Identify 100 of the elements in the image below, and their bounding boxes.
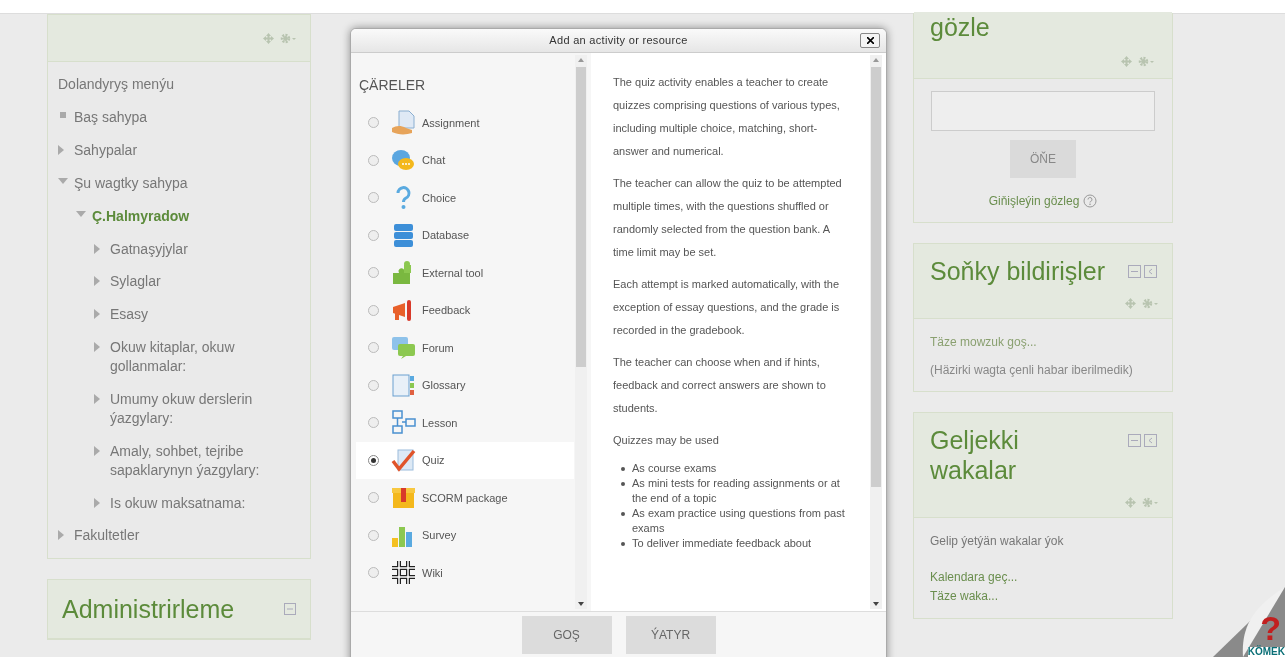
box-icon — [391, 485, 416, 511]
scrollbar[interactable] — [575, 55, 587, 609]
document-icon — [391, 110, 416, 136]
bullet-icon — [621, 482, 625, 486]
collapsed-arrow-icon[interactable] — [58, 144, 64, 155]
speech-bubbles-icon — [391, 335, 416, 361]
activity-option[interactable]: SCORM package — [356, 479, 574, 517]
move-icon[interactable] — [263, 32, 274, 44]
block-title: gözle — [930, 12, 991, 42]
block-title: Soňky bildirişler — [930, 256, 1106, 286]
navigation-link[interactable]: Ç.Halmyradow — [92, 206, 190, 226]
block-controls-icon[interactable] — [1128, 265, 1158, 278]
activity-option[interactable]: Assignment — [356, 104, 574, 142]
activity-option[interactable]: Chat — [356, 141, 574, 179]
search-button[interactable]: ÖŇE — [1010, 140, 1076, 178]
description-bullet: As mini tests for reading assignments or at the end of a topic — [632, 476, 841, 506]
description-bullet: To deliver immediate feedback about — [632, 536, 812, 551]
gear-icon[interactable] — [1138, 55, 1154, 67]
description-text: The teacher can choose when and if hints, feedback and correct answers are shown to students. — [613, 355, 827, 416]
collapsed-arrow-icon[interactable] — [94, 243, 100, 254]
close-button[interactable] — [860, 33, 880, 48]
navigation-link[interactable]: Sahypalar — [74, 140, 138, 160]
navigation-title: Dolandyryş menýu — [58, 75, 175, 94]
collapsed-arrow-icon[interactable] — [94, 309, 100, 320]
radio-button[interactable] — [368, 154, 379, 166]
gear-icon[interactable] — [280, 32, 296, 44]
radio-button[interactable] — [368, 117, 379, 129]
description-bullet: As course exams — [632, 461, 717, 476]
scroll-up-icon — [873, 58, 879, 62]
database-icon — [391, 222, 416, 248]
collapsed-arrow-icon[interactable] — [58, 530, 64, 541]
dialog-button[interactable]: ÝATYR — [625, 616, 716, 654]
scroll-down-icon — [873, 602, 879, 606]
expanded-arrow-icon[interactable] — [58, 177, 68, 184]
collapsed-arrow-icon[interactable] — [94, 445, 100, 456]
activity-option[interactable]: External tool — [356, 254, 574, 292]
navigation-link[interactable]: Şu wagtky sahypa — [74, 173, 188, 193]
radio-button[interactable] — [368, 567, 379, 579]
move-icon[interactable] — [1121, 55, 1132, 67]
flowchart-icon — [391, 410, 416, 436]
close-icon — [866, 37, 874, 44]
navigation-link[interactable]: Gatnaşyjylar — [110, 239, 188, 259]
activity-option[interactable]: Feedback — [356, 291, 574, 329]
activity-option[interactable]: Glossary — [356, 366, 574, 404]
collapse-icon[interactable] — [284, 603, 296, 616]
help-corner[interactable]: ? KÖMEK — [1213, 587, 1285, 657]
activity-option[interactable]: Lesson — [356, 404, 574, 442]
activity-option[interactable]: Quiz — [356, 441, 574, 479]
radio-button[interactable] — [368, 454, 379, 466]
description-bullet: As exam practice using questions from past exams — [632, 506, 846, 536]
radio-button[interactable] — [368, 304, 379, 316]
bullet-icon — [621, 542, 625, 546]
navigation-link[interactable]: Esasy — [110, 305, 149, 325]
navigation-link[interactable]: Umumy okuw derslerin ýazgylary: — [110, 390, 300, 428]
scrollbar[interactable] — [870, 55, 882, 609]
advanced-search-link[interactable]: Giňişleýin gözleg — [988, 192, 1080, 210]
radio-button[interactable] — [368, 342, 379, 354]
help-icon[interactable] — [1083, 194, 1098, 208]
navigation-link[interactable]: Sylaglar — [110, 272, 161, 292]
activity-option[interactable]: Forum — [356, 329, 574, 367]
activity-option[interactable]: Wiki — [356, 554, 574, 592]
scroll-up-icon — [578, 58, 584, 62]
description-text: Quizzes may be used — [613, 433, 720, 448]
new-topic-link[interactable]: Täze mowzuk goş... — [930, 333, 1156, 351]
activity-option[interactable]: Survey — [356, 516, 574, 554]
search-field[interactable] — [931, 91, 1155, 131]
navigation-link[interactable]: Fakultetler — [74, 526, 140, 546]
page-curl-icon — [1213, 587, 1285, 657]
speech-bubble-icon — [391, 147, 416, 173]
radio-button[interactable] — [368, 267, 379, 279]
radio-button[interactable] — [368, 192, 379, 204]
move-icon[interactable] — [1125, 496, 1136, 508]
collapsed-arrow-icon[interactable] — [94, 394, 100, 404]
calendar-link[interactable]: Kalendara geç... — [930, 568, 1156, 587]
navigation-link[interactable]: Is okuw maksatnama: — [110, 493, 246, 513]
radio-button[interactable] — [368, 417, 379, 429]
events-message: Gelip ýetýän wakalar ýok — [930, 533, 1065, 550]
calendar-link[interactable]: Täze waka... — [930, 587, 1156, 606]
gear-icon[interactable] — [1142, 297, 1158, 309]
collapsed-arrow-icon[interactable] — [94, 342, 100, 353]
gear-icon[interactable] — [1142, 496, 1158, 508]
radio-button[interactable] — [368, 492, 379, 504]
move-icon[interactable] — [1125, 297, 1136, 309]
radio-button[interactable] — [368, 529, 379, 541]
activity-option[interactable]: Choice — [356, 179, 574, 217]
radio-button[interactable] — [368, 229, 379, 241]
block-title: Administrirleme — [62, 594, 235, 625]
expanded-arrow-icon[interactable] — [76, 210, 86, 217]
radio-button[interactable] — [368, 379, 379, 391]
navigation-link[interactable]: Okuw kitaplar, okuw gollanmalar: — [110, 338, 300, 376]
list-heading: ÇÄRELER — [358, 76, 427, 95]
block-controls-icon[interactable] — [1128, 434, 1158, 447]
dialog-title: Add an activity or resource — [549, 33, 688, 49]
dialog-button[interactable]: GOŞ — [521, 616, 612, 654]
collapsed-arrow-icon[interactable] — [94, 276, 100, 287]
collapsed-arrow-icon[interactable] — [94, 497, 100, 508]
checkmark-icon — [391, 447, 416, 473]
navigation-link[interactable]: Baş sahypa — [74, 108, 148, 127]
navigation-link[interactable]: Amaly, sohbet, tejribe sapaklarynyn ýazgylary: — [110, 441, 300, 480]
activity-option[interactable]: Database — [356, 216, 574, 254]
